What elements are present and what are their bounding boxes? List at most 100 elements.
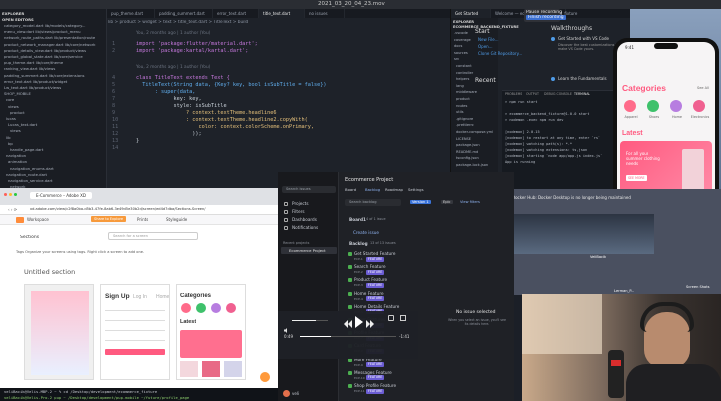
explorer-item[interactable]: product_network_manager.dart lib/core/ne… [4,42,95,47]
explorer-item[interactable]: bp [8,141,13,146]
jira-tab[interactable]: Settings [408,187,424,192]
create-issue-link[interactable]: Create issue [353,230,379,235]
category-icon[interactable] [670,100,682,112]
explorer-item[interactable]: product_global_state.dart lib/core/servi… [4,54,83,59]
code-line[interactable]: class TitleText extends Text { [136,75,230,81]
walkthrough-item-1[interactable]: Get Started with VS Code [558,36,609,41]
volume-icon[interactable] [284,318,289,333]
address-bar[interactable]: ‹ › ⟳ xd.adobe.com/view/c2f8a0ba-d5b3-47… [0,205,278,215]
play-icon[interactable] [355,313,363,328]
explorer-item[interactable]: product_details_view.dart lib/product/vi… [4,48,86,53]
jira-tab[interactable]: Roadmap [385,187,403,192]
screen-thumb-2[interactable]: Sign Up Log In Home [100,284,170,380]
issue-title[interactable]: Search Feature [354,264,386,269]
explorer-item[interactable]: SHOP_MOBILE [4,91,31,96]
explorer-2-item[interactable]: package-lock.json [456,163,488,167]
backlog-title[interactable]: Backlog [349,241,368,246]
explorer-item[interactable]: navigation_enums.dart [10,166,54,171]
explorer-item[interactable]: lucas [6,116,16,121]
workspace-label[interactable]: Workspace [27,217,49,222]
recent-project-item[interactable]: Ecommerce Project [281,247,337,254]
epic-filter[interactable]: Epic [441,200,453,204]
code-line[interactable]: style: isSubTitle [136,103,226,109]
code-line[interactable]: key: key, [136,96,201,102]
see-all-link[interactable]: See All [697,86,709,90]
tab-problems-2[interactable]: PROBLEMS [505,92,522,96]
minimize-window-icon[interactable] [9,193,12,196]
see-more-button[interactable]: SEE MORE [626,175,647,181]
explorer-item[interactable]: Lw_text.dart lib/product/views [4,85,61,90]
explorer-item[interactable]: menu_view.dart lib/views/product_menu [4,29,81,34]
screen-search[interactable]: Search for a screen [108,232,198,240]
explorer-2-item[interactable]: README.md [456,150,478,154]
nav-item[interactable]: Dashboards [292,217,317,222]
desktop-label-2[interactable]: Lerman_P... [614,289,634,293]
category-icon[interactable] [624,100,636,112]
terminal-bottom[interactable]: veliBacik@Velis-MBP-2 ~ % cd /Desktop/de… [0,388,278,401]
open-link[interactable]: Open... [478,44,493,49]
view-filters[interactable]: View filters [460,200,480,204]
back-icon[interactable]: ‹ › ⟳ [8,207,17,212]
explorer-2-item[interactable]: middleware [456,90,477,94]
jira-tab[interactable]: Board [345,187,356,192]
jira-search[interactable]: Search issues [282,186,336,193]
share-icon[interactable] [388,315,394,321]
explorer-2-item[interactable]: package.json [456,143,480,147]
tab-pup-theme[interactable]: pup_theme.dart [107,9,155,18]
explorer-2-item[interactable]: docker-compose.yml [456,130,493,134]
code-line[interactable]: import 'package:flutter/material.dart'; [136,41,258,47]
tab-styleguide[interactable]: Styleguide [166,217,187,222]
explorer-2-item[interactable]: src [454,57,459,61]
explorer-2-item[interactable]: lang [456,84,464,88]
issue-title[interactable]: Home Details Feature [354,304,399,309]
explorer-item[interactable]: animation [8,159,27,164]
issue-title[interactable]: Product Feature [354,277,387,282]
walkthrough-item-2[interactable]: Learn the Fundamentals [558,76,607,81]
explorer-item[interactable]: lib [6,135,11,140]
explorer-item[interactable]: product [10,110,25,115]
open-editors-header[interactable]: OPEN EDITORS [2,17,34,22]
code-line[interactable]: color: context.colorScheme.onPrimary, [136,124,314,130]
sprint-title[interactable]: Board1 [349,217,366,222]
issue-title[interactable]: Shop Profile Feature [354,383,396,388]
clone-link[interactable]: Clone Git Repository... [478,51,522,56]
tab-output-2[interactable]: OUTPUT [526,92,539,96]
category-icon[interactable] [647,100,659,112]
nav-item[interactable]: Projects [292,201,309,206]
category-icon[interactable] [693,100,705,112]
tab-get-started[interactable]: Get Started [451,9,491,18]
jira-tab[interactable]: Backlog [365,187,380,192]
explorer-item[interactable]: ranking_view.dart lib/views [4,66,55,71]
code-line[interactable]: import 'package:kartal/kartal.dart'; [136,48,248,54]
explorer-item[interactable]: padding_summert.dart lib/core/extensions [4,73,85,78]
desktop-label-3[interactable]: Screen Shots [686,285,710,289]
explorer-item[interactable]: views [8,104,19,109]
issue-title[interactable]: Get Started Feature [354,251,395,256]
new-file-link[interactable]: New File... [478,37,499,42]
explorer-2-item[interactable]: constant [456,64,472,68]
explorer-2-item[interactable]: docs [454,44,462,48]
code-line[interactable]: TitleText(String data, {Key? key, bool i… [136,82,326,88]
untitled-section[interactable]: Untitled section [24,268,75,276]
fast-forward-icon[interactable] [366,314,374,328]
pip-icon[interactable] [400,315,406,321]
rewind-icon[interactable] [344,314,352,328]
code-line[interactable]: ? context.textTheme.headline6 [136,110,277,116]
promo-banner[interactable]: For all your summer clothing needs SEE M… [620,141,712,196]
explorer-2-item[interactable]: utils [456,110,464,114]
explorer-2-item[interactable]: .prettierrc [456,123,474,127]
explorer-2-item[interactable]: routes [456,104,467,108]
code-line[interactable]: )); [136,131,201,137]
tab-title-text[interactable]: title_text.dart [259,9,305,18]
explorer-item[interactable]: Lucas_text.dart [8,122,37,127]
explorer-2-item[interactable]: product [456,97,470,101]
browser-tab[interactable]: E-Commerce – Adobe XD [30,192,92,199]
breadcrumb[interactable]: lib > product > widget > text > title_te… [108,20,248,25]
help-icon[interactable] [260,372,270,382]
explorer-item[interactable]: network_route_paths.dart lib/presentatio… [4,35,95,40]
close-window-icon[interactable] [4,193,7,196]
explorer-item[interactable]: navigation_route.dart [6,172,47,177]
explorer-2-item[interactable]: LICENSE [456,137,471,141]
tab-debug-2[interactable]: DEBUG CONSOLE [544,92,572,96]
explorer-item[interactable]: category_model.dart lib/models/category.… [4,23,85,28]
